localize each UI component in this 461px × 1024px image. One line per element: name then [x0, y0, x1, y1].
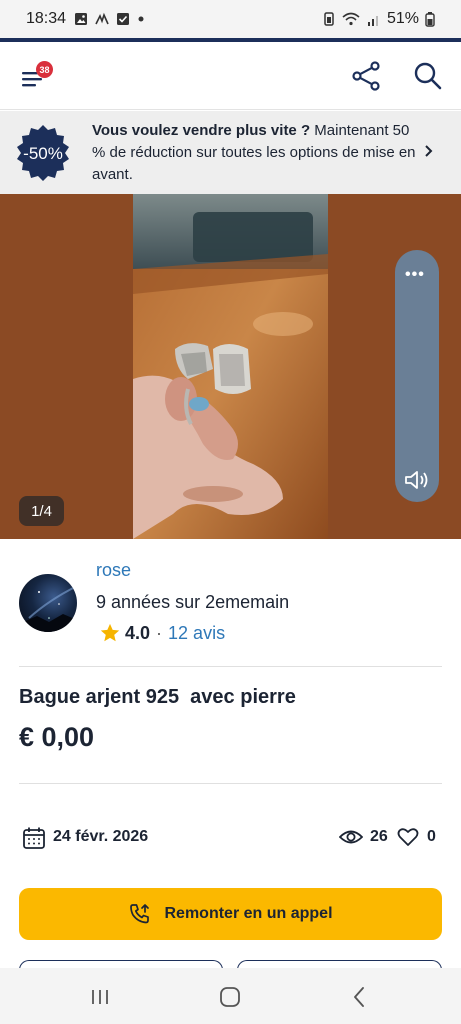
reviews-link[interactable]: 12 avis	[168, 623, 225, 644]
photo-counter: 1/4	[19, 496, 64, 526]
wifi-icon	[342, 12, 360, 26]
listing-price: € 0,00	[19, 722, 95, 752]
favorite-count: 0	[427, 828, 436, 845]
eye-icon	[339, 830, 363, 844]
signal-notification-icon	[95, 12, 109, 25]
more-notifications-dot-icon	[138, 16, 144, 22]
volume-panel[interactable]: •••	[395, 250, 439, 502]
share-icon	[352, 61, 380, 91]
system-navigation-bar	[0, 968, 461, 1024]
search-button[interactable]	[412, 60, 444, 92]
seller-membership: 9 années sur 2ememain	[96, 592, 290, 612]
battery-saver-icon	[324, 12, 334, 26]
seller-avatar-image	[19, 585, 77, 632]
divider	[19, 783, 442, 784]
back-icon[interactable]	[351, 986, 367, 1008]
discount-seal-shape: -50%	[17, 125, 69, 181]
listing-title: Bague arjent 925 avec pierre	[19, 686, 296, 708]
discount-seal: -50%	[14, 124, 72, 187]
status-left-icons	[74, 12, 146, 26]
battery-percentage: 51%	[386, 10, 419, 27]
notification-badge: 38	[36, 61, 53, 78]
listing-meta: 24 févr. 2026 26 0	[19, 824, 442, 850]
seller-name-link[interactable]: rose	[96, 560, 131, 581]
more-options-icon[interactable]: •••	[405, 266, 425, 284]
chevron-right-icon[interactable]	[424, 142, 434, 163]
heart-icon[interactable]	[397, 827, 419, 847]
listing-photo-ring[interactable]	[133, 194, 328, 539]
boost-listing-label: Remonter en un appel	[164, 905, 333, 922]
app-header: 38	[0, 42, 461, 110]
promo-headline: Vous voulez vendre plus vite ?	[92, 122, 311, 139]
home-icon[interactable]	[219, 986, 241, 1008]
rating-separator: ·	[156, 622, 163, 643]
status-right-icons: 51%	[323, 10, 435, 28]
photo-gallery[interactable]: 1/4 •••	[0, 194, 461, 539]
checkbox-notification-icon	[117, 13, 130, 25]
listing-date: 24 févr. 2026	[53, 828, 149, 845]
star-icon	[100, 623, 120, 642]
speaker-volume-icon[interactable]	[403, 468, 431, 492]
status-bar: 18:34 51%	[0, 0, 461, 38]
status-time: 18:34	[26, 10, 67, 27]
phone-arrow-icon	[130, 904, 150, 924]
seller-rating: 4.0 · 12 avis	[99, 622, 225, 644]
battery-icon	[425, 12, 435, 27]
discount-seal-text: -50%	[23, 144, 63, 163]
calendar-icon	[23, 827, 45, 849]
divider	[19, 666, 442, 667]
seller-section[interactable]: rose 9 années sur 2ememain 4.0 · 12 avis	[0, 540, 461, 665]
promo-text: Vous voulez vendre plus vite ? Maintenan…	[92, 120, 422, 186]
cell-signal-icon	[367, 16, 378, 26]
seller-avatar[interactable]	[19, 574, 77, 632]
boost-listing-button[interactable]: Remonter en un appel	[19, 888, 442, 940]
gallery-notification-icon	[75, 13, 88, 25]
share-button[interactable]	[350, 60, 382, 92]
recent-apps-icon[interactable]	[90, 988, 110, 1006]
search-icon	[414, 62, 442, 90]
view-count: 26	[370, 828, 388, 845]
rating-score: 4.0	[125, 622, 151, 643]
